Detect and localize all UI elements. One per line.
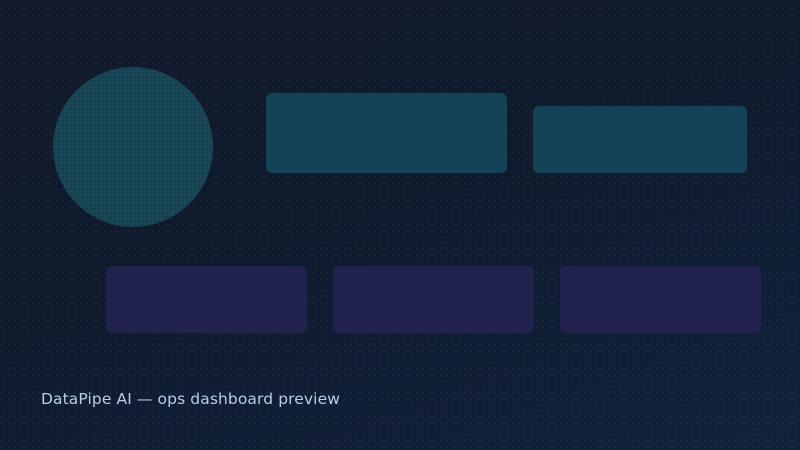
placeholder-tile-top-wide — [266, 93, 507, 173]
placeholder-tile-bottom-right — [560, 266, 761, 333]
placeholder-tile-bottom-middle — [333, 266, 534, 333]
placeholder-tile-bottom-left — [106, 266, 307, 333]
dashboard-preview: DataPipe AI — ops dashboard preview — [0, 0, 800, 450]
placeholder-circle — [53, 67, 213, 227]
placeholder-tile-top-narrow — [533, 106, 747, 173]
preview-caption: DataPipe AI — ops dashboard preview — [41, 390, 340, 408]
